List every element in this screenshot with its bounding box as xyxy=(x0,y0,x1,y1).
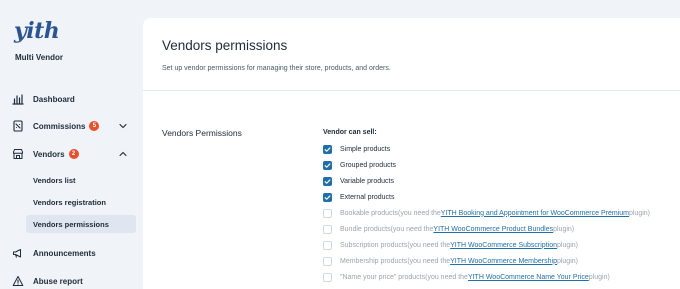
option-label: Variable products xyxy=(340,177,394,185)
option-grouped-products[interactable]: Grouped products xyxy=(323,159,396,171)
checkbox-disabled xyxy=(323,224,332,234)
option-subscription-products: Subscription products (you need the YITH… xyxy=(323,239,578,251)
chevron-down-icon[interactable] xyxy=(118,121,128,131)
plugin-link-subscription[interactable]: YITH WooCommerce Subscription xyxy=(450,242,557,249)
option-hint-pre: (you need the xyxy=(407,241,451,249)
chevron-up-icon[interactable] xyxy=(118,149,128,159)
option-label: "Name your price" products xyxy=(340,273,426,281)
receipt-icon xyxy=(12,120,24,132)
divider xyxy=(143,90,680,91)
option-hint-post: plugin) xyxy=(557,241,579,249)
option-name-your-price-products: "Name your price" products (you need the… xyxy=(323,271,610,283)
sidebar-item-label: Announcements xyxy=(33,248,96,258)
checkmark-icon xyxy=(324,194,331,200)
page-description: Set up vendor permissions for managing t… xyxy=(162,65,391,72)
megaphone-icon xyxy=(12,247,24,259)
checkmark-icon xyxy=(324,178,331,184)
option-label: Bundle products xyxy=(340,225,391,233)
plugin-link-booking[interactable]: YITH Booking and Appointment for WooComm… xyxy=(441,210,629,217)
vendors-count-badge: 2 xyxy=(68,149,79,159)
option-hint-post: plugin) xyxy=(588,273,610,281)
option-hint-pre: (you need the xyxy=(407,257,451,265)
option-label: Membership products xyxy=(340,257,408,265)
option-hint-post: plugin) xyxy=(553,225,575,233)
sidebar: yith Multi Vendor Dashboard Commissions … xyxy=(0,0,143,289)
option-membership-products: Membership products (you need the YITH W… xyxy=(323,255,578,267)
option-external-products[interactable]: External products xyxy=(323,191,394,203)
sidebar-item-label: Dashboard xyxy=(33,94,75,104)
sidebar-subitem-vendors-list[interactable]: Vendors list xyxy=(26,171,136,189)
store-icon xyxy=(12,148,24,160)
sidebar-subitem-vendors-registration[interactable]: Vendors registration xyxy=(26,193,136,211)
checkbox-disabled xyxy=(323,208,332,218)
sidebar-item-announcements[interactable]: Announcements xyxy=(12,243,136,263)
section-label: Vendors Permissions xyxy=(162,128,242,138)
plugin-link-name-your-price[interactable]: YITH WooCommerce Name Your Price xyxy=(468,274,589,281)
checkbox[interactable] xyxy=(323,192,332,202)
sidebar-item-label: Commissions xyxy=(33,121,86,131)
option-variable-products[interactable]: Variable products xyxy=(323,175,394,187)
checkbox-disabled xyxy=(323,272,332,282)
commissions-count-badge: 5 xyxy=(89,121,100,131)
option-bookable-products: Bookable products (you need the YITH Boo… xyxy=(323,207,650,219)
sidebar-item-vendors[interactable]: Vendors 2 xyxy=(12,144,136,164)
checkbox-disabled xyxy=(323,240,332,250)
option-hint-pre: (you need the xyxy=(390,225,434,233)
checkbox[interactable] xyxy=(323,160,332,170)
sidebar-item-abuse-report[interactable]: Abuse report xyxy=(12,271,136,289)
sidebar-item-label: Vendors xyxy=(33,149,65,159)
checkmark-icon xyxy=(324,146,331,152)
plugin-link-bundles[interactable]: YITH WooCommerce Product Bundles xyxy=(433,226,553,233)
page-title: Vendors permissions xyxy=(162,38,288,53)
option-hint-pre: (you need the xyxy=(425,273,468,281)
sidebar-item-label: Abuse report xyxy=(33,276,83,286)
option-simple-products[interactable]: Simple products xyxy=(323,143,390,155)
chart-bar-icon xyxy=(12,93,24,105)
option-hint-pre: (you need the xyxy=(397,209,441,217)
warning-icon xyxy=(12,275,24,287)
sidebar-item-commissions[interactable]: Commissions 5 xyxy=(12,116,136,136)
checkmark-icon xyxy=(324,162,331,168)
yith-logo[interactable]: yith xyxy=(14,18,60,44)
option-label: External products xyxy=(340,193,395,201)
option-bundle-products: Bundle products (you need the YITH WooCo… xyxy=(323,223,574,235)
option-label: Simple products xyxy=(340,145,391,153)
sidebar-subitem-vendors-permissions[interactable]: Vendors permissions xyxy=(26,215,136,233)
option-hint-post: plugin) xyxy=(628,209,650,217)
brand-label: Multi Vendor xyxy=(15,53,63,62)
option-hint-post: plugin) xyxy=(556,257,578,265)
option-label: Subscription products xyxy=(340,241,408,249)
option-label: Grouped products xyxy=(340,161,397,169)
field-heading: Vendor can sell: xyxy=(323,129,377,136)
plugin-link-membership[interactable]: YITH WooCommerce Membership xyxy=(450,258,557,265)
checkbox[interactable] xyxy=(323,176,332,186)
checkbox[interactable] xyxy=(323,144,332,154)
option-label: Bookable products xyxy=(340,209,398,217)
sidebar-item-dashboard[interactable]: Dashboard xyxy=(12,89,136,109)
checkbox-disabled xyxy=(323,256,332,266)
main-panel: Vendors permissions Set up vendor permis… xyxy=(143,18,680,289)
